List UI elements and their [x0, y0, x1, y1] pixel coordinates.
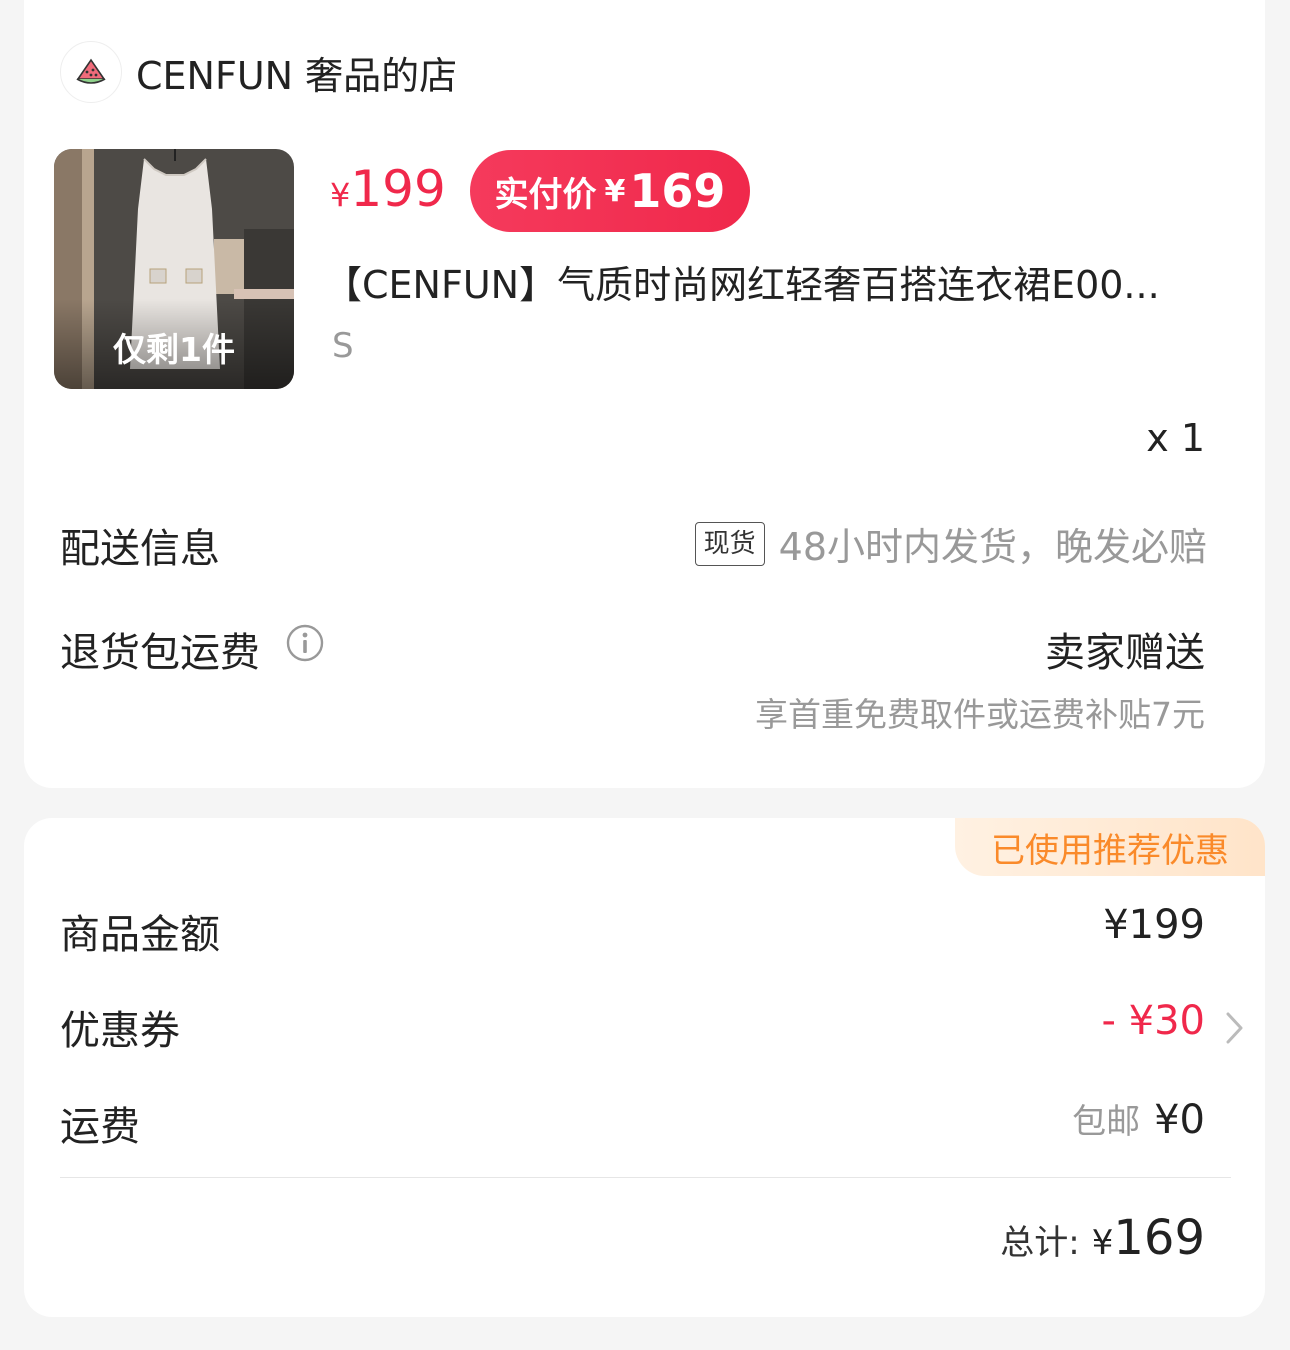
- total-label: 总计:: [1000, 1223, 1080, 1263]
- shipping-fee: 包邮 ¥0: [1072, 1094, 1205, 1143]
- total-currency: ¥: [1091, 1223, 1114, 1263]
- chevron-right-icon[interactable]: [1221, 1010, 1247, 1046]
- watermelon-icon: [60, 41, 122, 103]
- stock-badge: 仅剩1件: [113, 330, 235, 369]
- shipping-fee-label: 运费: [60, 1104, 140, 1150]
- delivery-text: 48小时内发货，晚发必赔: [778, 525, 1207, 569]
- actual-pay-price-badge: 实付价 ¥ 169: [470, 150, 750, 232]
- product-image[interactable]: 仅剩1件: [54, 149, 294, 389]
- total-amount: 169: [1113, 1210, 1205, 1266]
- delivery-info: 现货 48小时内发货，晚发必赔: [694, 516, 1207, 571]
- pay-label: 实付价: [494, 174, 597, 215]
- product-title[interactable]: 【CENFUN】气质时尚网红轻奢百搭连衣裙E00...: [324, 254, 1228, 309]
- free-shipping-text: 包邮: [1072, 1102, 1141, 1142]
- coupon-amount[interactable]: - ¥30: [1102, 998, 1206, 1044]
- price-currency: ¥: [330, 176, 351, 214]
- return-shipping-subtext: 享首重免费取件或运费补贴7元: [755, 695, 1205, 734]
- return-shipping-label: 退货包运费: [60, 630, 260, 676]
- shop-header[interactable]: CENFUN 奢品的店: [60, 40, 457, 104]
- price-summary-card: 已使用推荐优惠 商品金额 ¥199 优惠券 - ¥30 运费 包邮 ¥0 总计:…: [24, 818, 1265, 1317]
- in-stock-tag: 现货: [694, 521, 765, 566]
- product-spec: S: [332, 326, 354, 366]
- shipping-amount: ¥0: [1154, 1097, 1205, 1143]
- shop-name: CENFUN 奢品的店: [136, 53, 458, 98]
- goods-amount-label: 商品金额: [60, 912, 220, 958]
- pay-value: 169: [629, 164, 726, 218]
- product-price: ¥199: [330, 160, 446, 218]
- recommended-discount-badge: 已使用推荐优惠: [955, 818, 1265, 876]
- goods-amount: ¥199: [1103, 902, 1205, 948]
- order-item-card: CENFUN 奢品的店 仅剩1件 ¥199 实付价 ¥ 169 【CENFUN】…: [24, 0, 1265, 788]
- delivery-label: 配送信息: [60, 526, 220, 572]
- coupon-label[interactable]: 优惠券: [60, 998, 180, 1056]
- info-icon[interactable]: [286, 624, 324, 662]
- pay-currency: ¥: [604, 173, 626, 209]
- product-quantity: x 1: [1146, 416, 1205, 460]
- order-total: 总计: ¥ 169: [1000, 1210, 1205, 1266]
- price-value: 199: [350, 160, 446, 218]
- return-shipping-value: 卖家赠送: [1045, 630, 1205, 676]
- divider: [60, 1177, 1231, 1178]
